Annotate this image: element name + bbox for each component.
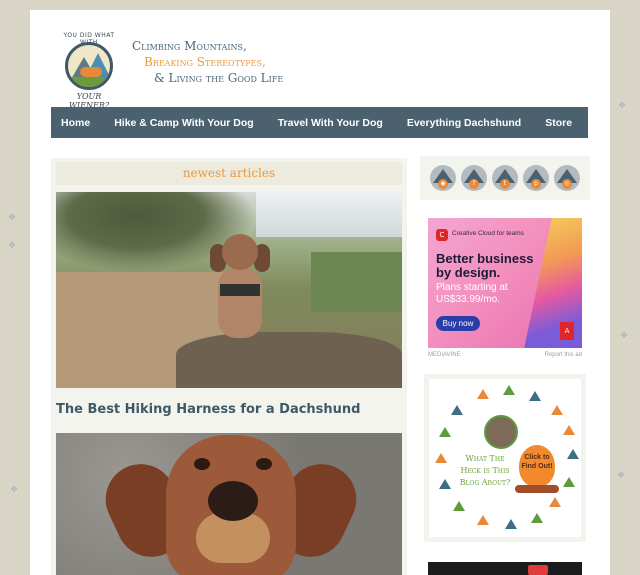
find-out-cta[interactable]: Click to Find Out! <box>517 453 557 471</box>
campfire-icon: Click to Find Out! <box>515 445 559 495</box>
social-links: ◉ f t p ◎ <box>420 156 590 200</box>
newest-articles-heading: newest articles <box>56 162 402 185</box>
tagline-line-2: Breaking Stereotypes, <box>144 55 266 69</box>
nav-item-travel[interactable]: Travel With Your Dog <box>278 117 383 129</box>
ad-network-label: MEDIAVINE <box>428 352 461 358</box>
advertisement-bottom[interactable] <box>428 562 582 575</box>
nav-item-more[interactable]: More... <box>596 117 610 129</box>
ad-brand: Creative Cloud for teams <box>452 230 524 237</box>
main-content: newest articles The Best Hiking Harness … <box>51 158 407 575</box>
site-header: YOU DID WHAT WITH YOUR WIENER? Climbing … <box>30 10 610 110</box>
page: YOU DID WHAT WITH YOUR WIENER? Climbing … <box>30 10 610 575</box>
report-ad-link[interactable]: Report this ad <box>545 352 582 362</box>
rss-icon[interactable]: ◉ <box>430 165 456 191</box>
ad-subline: Plans starting at US$33.99/mo. <box>436 282 508 305</box>
article-image[interactable] <box>56 192 402 388</box>
site-logo[interactable]: YOU DID WHAT WITH YOUR WIENER? <box>56 30 122 110</box>
paw-print-icon: ❖ <box>618 100 627 110</box>
article-image[interactable] <box>56 433 402 575</box>
ad-buy-now-button[interactable]: Buy now <box>436 316 480 331</box>
logo-emblem <box>65 42 113 90</box>
nav-item-hike-camp[interactable]: Hike & Camp With Your Dog <box>114 117 254 129</box>
author-avatar <box>484 415 518 449</box>
paw-print-icon: ❖ <box>620 330 629 340</box>
nav-item-store[interactable]: Store <box>545 117 572 129</box>
ad-meta: MEDIAVINE Report this ad <box>428 352 582 362</box>
twitter-icon[interactable]: t <box>492 165 518 191</box>
main-nav: Home Hike & Camp With Your Dog Travel Wi… <box>51 107 610 138</box>
pinterest-icon[interactable]: p <box>523 165 549 191</box>
paw-print-icon: ❖ <box>10 484 19 494</box>
paw-print-icon: ❖ <box>8 240 17 250</box>
paw-print-icon: ❖ <box>8 212 17 222</box>
nav-item-home[interactable]: Home <box>61 117 90 129</box>
paw-print-icon: ❖ <box>617 470 626 480</box>
sidebar: ◉ f t p ◎ C Creative Cloud for teams Bet… <box>420 156 590 575</box>
tagline-line-1: Climbing Mountains, <box>132 39 247 53</box>
article-title[interactable]: The Best Hiking Harness for a Dachshund <box>56 402 402 417</box>
advertisement[interactable]: C Creative Cloud for teams Better busine… <box>428 218 582 348</box>
site-tagline: Climbing Mountains, Breaking Stereotypes… <box>132 38 283 86</box>
adobe-logo-icon: A <box>560 322 574 340</box>
nav-item-everything-dachshund[interactable]: Everything Dachshund <box>407 117 521 129</box>
tagline-line-3: & Living the Good Life <box>154 71 284 85</box>
facebook-icon[interactable]: f <box>461 165 487 191</box>
ad-headline: Better business by design. <box>436 251 534 280</box>
about-blog-widget[interactable]: What The Heck is This Blog About? Click … <box>424 374 586 542</box>
dachshund-photo <box>204 234 276 354</box>
creative-cloud-icon: C <box>436 229 448 241</box>
about-blog-text: What The Heck is This Blog About? <box>459 454 511 487</box>
instagram-icon[interactable]: ◎ <box>554 165 580 191</box>
